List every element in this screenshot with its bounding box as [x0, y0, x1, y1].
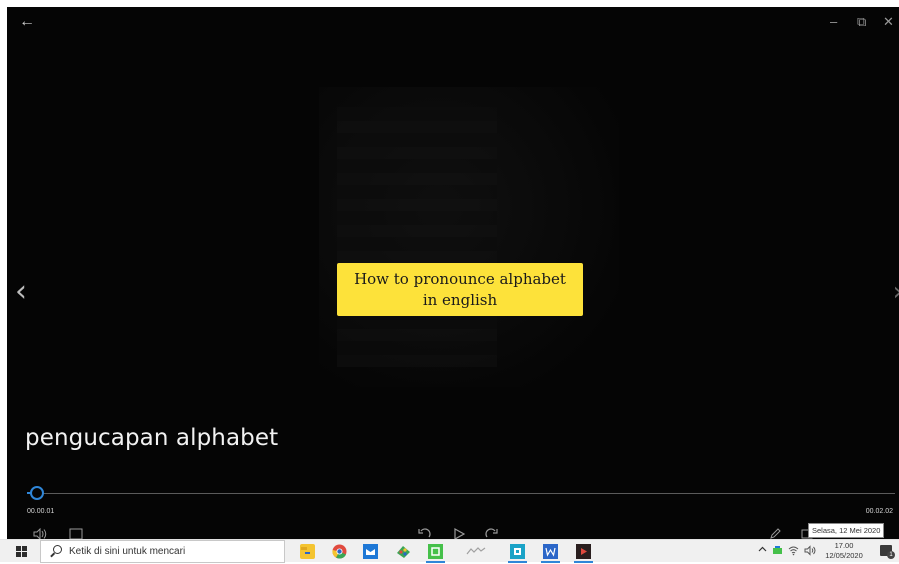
video-frame-texture	[337, 107, 497, 367]
chevron-up-icon[interactable]	[758, 545, 767, 556]
taskbar-search-box[interactable]: Ketik di sini untuk mencari	[40, 540, 285, 563]
volume-icon[interactable]	[33, 527, 47, 539]
taskbar: Ketik di sini untuk mencari 17.00 12/05/…	[0, 539, 899, 563]
minimize-icon[interactable]: –	[830, 15, 837, 29]
title-card-line1: How to pronounce alphabet	[354, 269, 566, 288]
windows-start-icon[interactable]	[16, 546, 27, 557]
seek-bar[interactable]	[27, 493, 895, 494]
edit-icon[interactable]	[769, 528, 781, 539]
date-tooltip: Selasa, 12 Mei 2020	[808, 523, 885, 538]
paint-icon[interactable]	[396, 544, 411, 559]
video-title: pengucapan alphabet	[25, 425, 279, 451]
camtasia-icon[interactable]	[426, 544, 445, 563]
chrome-icon[interactable]	[332, 544, 347, 559]
total-time: 00.02.02	[865, 508, 893, 515]
clock-time: 17.00	[834, 541, 854, 550]
forward-icon[interactable]	[485, 528, 499, 539]
search-placeholder: Ketik di sini untuk mencari	[69, 546, 186, 557]
chevron-right-icon[interactable]: ›	[893, 279, 899, 305]
file-explorer-icon[interactable]	[300, 544, 315, 559]
movies-tv-icon[interactable]	[574, 544, 593, 563]
speaker-icon[interactable]	[804, 545, 816, 558]
current-time: 00.00.01	[27, 508, 55, 515]
wifi-icon[interactable]	[788, 545, 799, 558]
chevron-left-icon[interactable]: ‹	[15, 277, 27, 307]
notification-icon[interactable]	[880, 545, 895, 559]
search-icon	[53, 545, 62, 554]
subtitles-icon[interactable]	[69, 528, 83, 539]
back-arrow-icon[interactable]: ←	[19, 13, 35, 31]
clock-date: 12/05/2020	[825, 551, 863, 560]
network-icon[interactable]	[772, 545, 783, 558]
rewind-icon[interactable]	[417, 528, 431, 539]
word-icon[interactable]	[541, 544, 560, 563]
video-title-card: How to pronounce alphabet in english	[337, 263, 583, 316]
msi-icon[interactable]	[465, 544, 487, 559]
restore-icon[interactable]: ⧉	[857, 15, 866, 29]
title-card-line2: in english	[422, 290, 498, 309]
taskbar-clock[interactable]: 17.00 12/05/2020	[822, 541, 866, 561]
play-icon[interactable]	[453, 527, 466, 539]
close-icon[interactable]: ✕	[883, 15, 894, 29]
app-teal-icon[interactable]	[508, 544, 527, 563]
mail-icon[interactable]	[363, 544, 378, 559]
video-player-window[interactable]: ← – ⧉ ✕ ‹ › How to pronounce alphabet in…	[7, 7, 899, 539]
desktop: ← – ⧉ ✕ ‹ › How to pronounce alphabet in…	[0, 0, 899, 563]
seek-thumb[interactable]	[30, 486, 44, 500]
